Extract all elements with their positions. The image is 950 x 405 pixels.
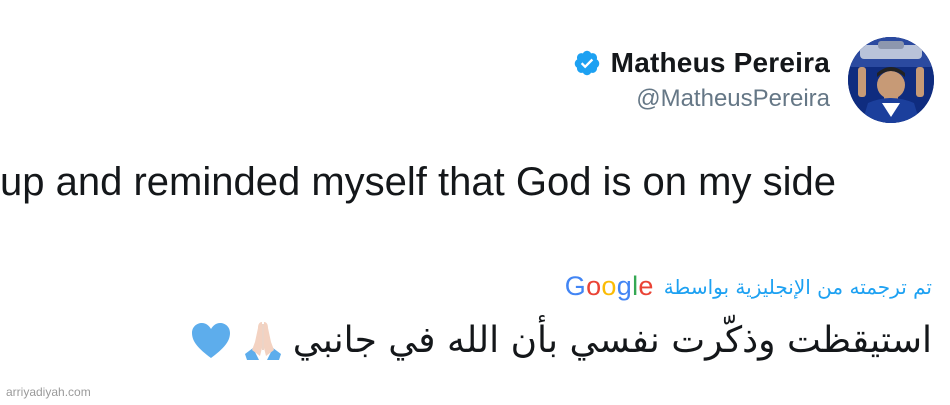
user-names: Matheus Pereira @MatheusPereira	[573, 47, 830, 113]
translated-tweet: استيقظت وذكّرت نفسي بأن الله في جانبي	[189, 318, 932, 362]
tweet-text: up and reminded myself that God is on my…	[0, 160, 836, 204]
avatar[interactable]	[848, 37, 934, 123]
verified-badge-icon	[573, 49, 601, 77]
google-letter: g	[616, 271, 633, 301]
google-letter: G	[564, 271, 587, 301]
translation-attribution[interactable]: Google تم ترجمته من الإنجليزية بواسطة	[565, 273, 932, 300]
user-handle[interactable]: @MatheusPereira	[636, 85, 830, 113]
display-name-row[interactable]: Matheus Pereira	[573, 47, 830, 79]
tweet-header: Matheus Pereira @MatheusPereira	[573, 30, 934, 130]
translated-by-label: تم ترجمته من الإنجليزية بواسطة	[663, 274, 932, 299]
arabic-translation-text: استيقظت وذكّرت نفسي بأن الله في جانبي	[292, 319, 932, 361]
watermark: arriyadiyah.com	[6, 385, 91, 399]
google-letter: o	[601, 271, 617, 301]
google-letter: o	[586, 271, 602, 301]
google-letter: e	[638, 271, 654, 301]
display-name: Matheus Pereira	[610, 47, 830, 78]
blue-heart-icon	[189, 318, 233, 362]
google-logo: Google	[565, 273, 654, 300]
folded-hands-icon	[241, 318, 285, 362]
